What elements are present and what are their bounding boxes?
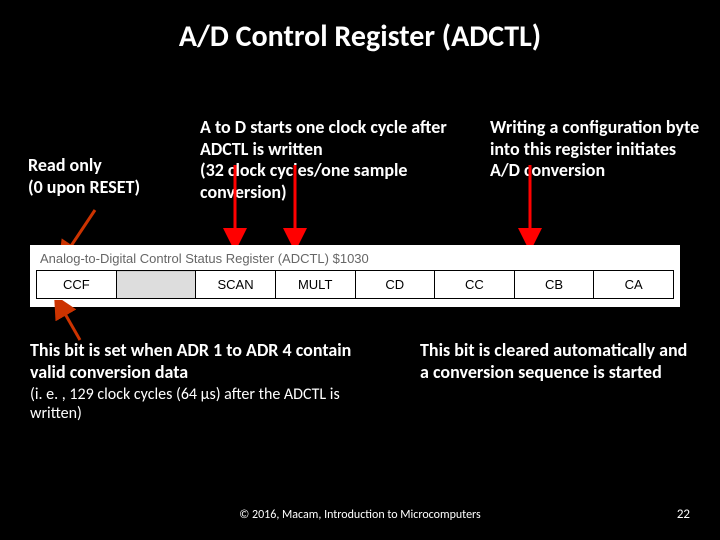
upper-annotations: Read only(0 upon RESET) A to D starts on…: [0, 55, 720, 255]
bit-mult: MULT: [275, 271, 355, 299]
note-bit-set: This bit is set when ADR 1 to ADR 4 cont…: [30, 340, 390, 424]
arrow-to-mult: [280, 160, 310, 250]
note-bit-set-sub: (i. e. , 129 clock cycles (64 µs) after …: [30, 385, 390, 423]
page-number: 22: [677, 507, 690, 522]
register-diagram: Analog-to-Digital Control Status Registe…: [30, 245, 680, 307]
bit-reserved: [116, 271, 196, 299]
bit-cc: CC: [435, 271, 515, 299]
footer-citation: © 2016, Macam, Introduction to Microcomp…: [0, 508, 720, 522]
bit-cb: CB: [514, 271, 594, 299]
bit-scan: SCAN: [196, 271, 276, 299]
arrow-to-scan: [220, 160, 250, 250]
note-bit-set-main: This bit is set when ADR 1 to ADR 4 cont…: [30, 340, 390, 383]
arrow-write-config: [515, 160, 545, 250]
slide-title: A/D Control Register (ADCTL): [0, 0, 720, 55]
note-bit-cleared: This bit is cleared automatically and a …: [420, 340, 700, 383]
bit-cd: CD: [355, 271, 435, 299]
bit-ca: CA: [594, 271, 674, 299]
register-caption: Analog-to-Digital Control Status Registe…: [40, 251, 670, 266]
note-read-only: Read only(0 upon RESET): [28, 155, 188, 198]
register-bit-table: CCF SCAN MULT CD CC CB CA: [36, 270, 674, 299]
bit-ccf: CCF: [37, 271, 117, 299]
